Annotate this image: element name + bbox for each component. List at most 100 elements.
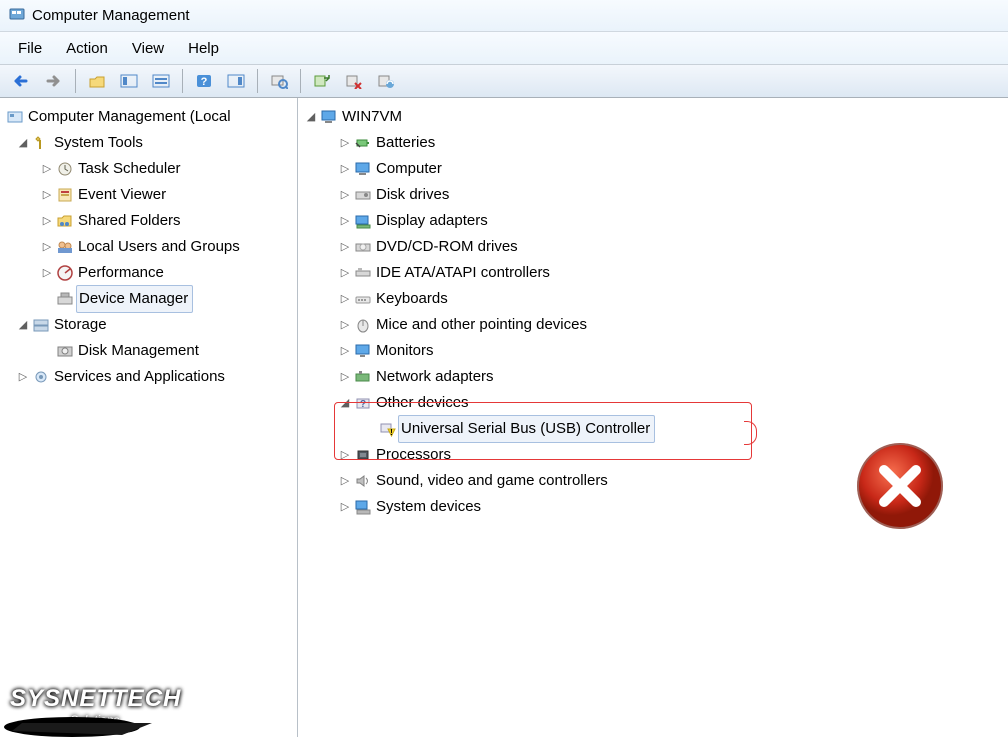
dvd-icon xyxy=(352,239,374,255)
display-adapter-icon xyxy=(352,213,374,229)
update-driver-button[interactable] xyxy=(308,67,336,95)
expand-icon[interactable]: ▷ xyxy=(338,494,352,520)
watermark-shape-icon xyxy=(2,695,202,745)
action-pane-button[interactable] xyxy=(222,67,250,95)
scan-button[interactable] xyxy=(265,67,293,95)
collapse-icon[interactable]: ◢ xyxy=(16,312,30,338)
expand-icon[interactable]: ▷ xyxy=(338,338,352,364)
device-dvd[interactable]: ▷ DVD/CD-ROM drives xyxy=(298,234,1008,260)
sound-icon xyxy=(352,473,374,489)
expand-icon[interactable]: ▷ xyxy=(338,130,352,156)
device-keyboards[interactable]: ▷ Keyboards xyxy=(298,286,1008,312)
battery-icon xyxy=(352,135,374,151)
app-icon xyxy=(8,5,26,27)
device-label: Display adapters xyxy=(374,208,488,234)
device-label: Sound, video and game controllers xyxy=(374,468,608,494)
menu-view[interactable]: View xyxy=(132,40,164,57)
device-mice[interactable]: ▷ Mice and other pointing devices xyxy=(298,312,1008,338)
shared-folder-icon xyxy=(54,213,76,229)
device-batteries[interactable]: ▷ Batteries xyxy=(298,130,1008,156)
device-ide[interactable]: ▷ IDE ATA/ATAPI controllers xyxy=(298,260,1008,286)
device-label: Keyboards xyxy=(374,286,448,312)
expand-icon[interactable]: ▷ xyxy=(338,208,352,234)
properties-button[interactable] xyxy=(147,67,175,95)
collapse-icon[interactable]: ◢ xyxy=(304,104,318,130)
performance-icon xyxy=(54,265,76,281)
disable-button[interactable] xyxy=(372,67,400,95)
back-button[interactable] xyxy=(8,67,36,95)
tree-system-tools[interactable]: ◢ System Tools xyxy=(0,130,297,156)
device-disk-drives[interactable]: ▷ Disk drives xyxy=(298,182,1008,208)
tree-label: Shared Folders xyxy=(76,208,181,234)
computer-icon xyxy=(352,161,374,177)
menu-file[interactable]: File xyxy=(18,40,42,57)
device-root[interactable]: ◢ WIN7VM xyxy=(298,104,1008,130)
expand-icon[interactable]: ▷ xyxy=(40,156,54,182)
tree-disk-management[interactable]: Disk Management xyxy=(0,338,297,364)
device-label: Network adapters xyxy=(374,364,494,390)
computer-mgmt-icon xyxy=(4,109,26,125)
tree-storage[interactable]: ◢ Storage xyxy=(0,312,297,338)
disk-icon xyxy=(352,187,374,203)
expand-icon[interactable]: ▷ xyxy=(338,260,352,286)
help-button[interactable]: ? xyxy=(190,67,218,95)
menu-help[interactable]: Help xyxy=(188,40,219,57)
mouse-icon xyxy=(352,317,374,333)
expand-icon[interactable]: ▷ xyxy=(338,442,352,468)
expand-icon[interactable]: ▷ xyxy=(16,364,30,390)
menu-action[interactable]: Action xyxy=(66,40,108,57)
device-label: DVD/CD-ROM drives xyxy=(374,234,518,260)
forward-button[interactable] xyxy=(40,67,68,95)
expand-icon[interactable]: ▷ xyxy=(338,468,352,494)
expand-icon[interactable]: ▷ xyxy=(338,312,352,338)
tree-device-manager[interactable]: Device Manager xyxy=(0,286,297,312)
tree-services-apps[interactable]: ▷ Services and Applications xyxy=(0,364,297,390)
tree-task-scheduler[interactable]: ▷ Task Scheduler xyxy=(0,156,297,182)
expand-icon[interactable]: ▷ xyxy=(40,260,54,286)
tree-performance[interactable]: ▷ Performance xyxy=(0,260,297,286)
error-badge-icon xyxy=(852,438,948,534)
expand-icon[interactable]: ▷ xyxy=(338,364,352,390)
device-computer[interactable]: ▷ Computer xyxy=(298,156,1008,182)
tree-label: Computer Management (Local xyxy=(26,104,231,130)
device-label: Processors xyxy=(374,442,451,468)
expand-icon[interactable]: ▷ xyxy=(40,208,54,234)
tools-icon xyxy=(30,135,52,151)
expand-icon[interactable]: ▷ xyxy=(338,156,352,182)
services-icon xyxy=(30,369,52,385)
monitor-icon xyxy=(352,343,374,359)
main-content: Computer Management (Local ◢ System Tool… xyxy=(0,98,1008,737)
expand-icon[interactable]: ▷ xyxy=(338,182,352,208)
device-other[interactable]: ◢ ? Other devices xyxy=(298,390,1008,416)
tree-event-viewer[interactable]: ▷ Event Viewer xyxy=(0,182,297,208)
device-display-adapters[interactable]: ▷ Display adapters xyxy=(298,208,1008,234)
warning-device-icon: ! xyxy=(376,421,398,437)
show-hide-tree-button[interactable] xyxy=(115,67,143,95)
collapse-icon[interactable]: ◢ xyxy=(338,390,352,416)
device-label: Monitors xyxy=(374,338,434,364)
device-label: System devices xyxy=(374,494,481,520)
device-label: Mice and other pointing devices xyxy=(374,312,587,338)
collapse-icon[interactable]: ◢ xyxy=(16,130,30,156)
disk-mgmt-icon xyxy=(54,343,76,359)
expand-icon[interactable]: ▷ xyxy=(40,182,54,208)
computer-icon xyxy=(318,109,340,125)
device-monitors[interactable]: ▷ Monitors xyxy=(298,338,1008,364)
tree-root[interactable]: Computer Management (Local xyxy=(0,104,297,130)
up-folder-button[interactable] xyxy=(83,67,111,95)
toolbar-separator xyxy=(257,69,258,93)
keyboard-icon xyxy=(352,291,374,307)
tree-label: Disk Management xyxy=(76,338,199,364)
tree-local-users[interactable]: ▷ Local Users and Groups xyxy=(0,234,297,260)
expand-icon[interactable]: ▷ xyxy=(40,234,54,260)
device-network[interactable]: ▷ Network adapters xyxy=(298,364,1008,390)
expand-icon[interactable]: ▷ xyxy=(338,234,352,260)
device-label: Other devices xyxy=(374,390,469,416)
clock-icon xyxy=(54,161,76,177)
cpu-icon xyxy=(352,447,374,463)
expand-icon[interactable]: ▷ xyxy=(338,286,352,312)
device-label: Disk drives xyxy=(374,182,449,208)
tree-shared-folders[interactable]: ▷ Shared Folders xyxy=(0,208,297,234)
uninstall-button[interactable] xyxy=(340,67,368,95)
device-tree: ◢ WIN7VM ▷ Batteries ▷ Computer ▷ Disk d… xyxy=(298,98,1008,737)
